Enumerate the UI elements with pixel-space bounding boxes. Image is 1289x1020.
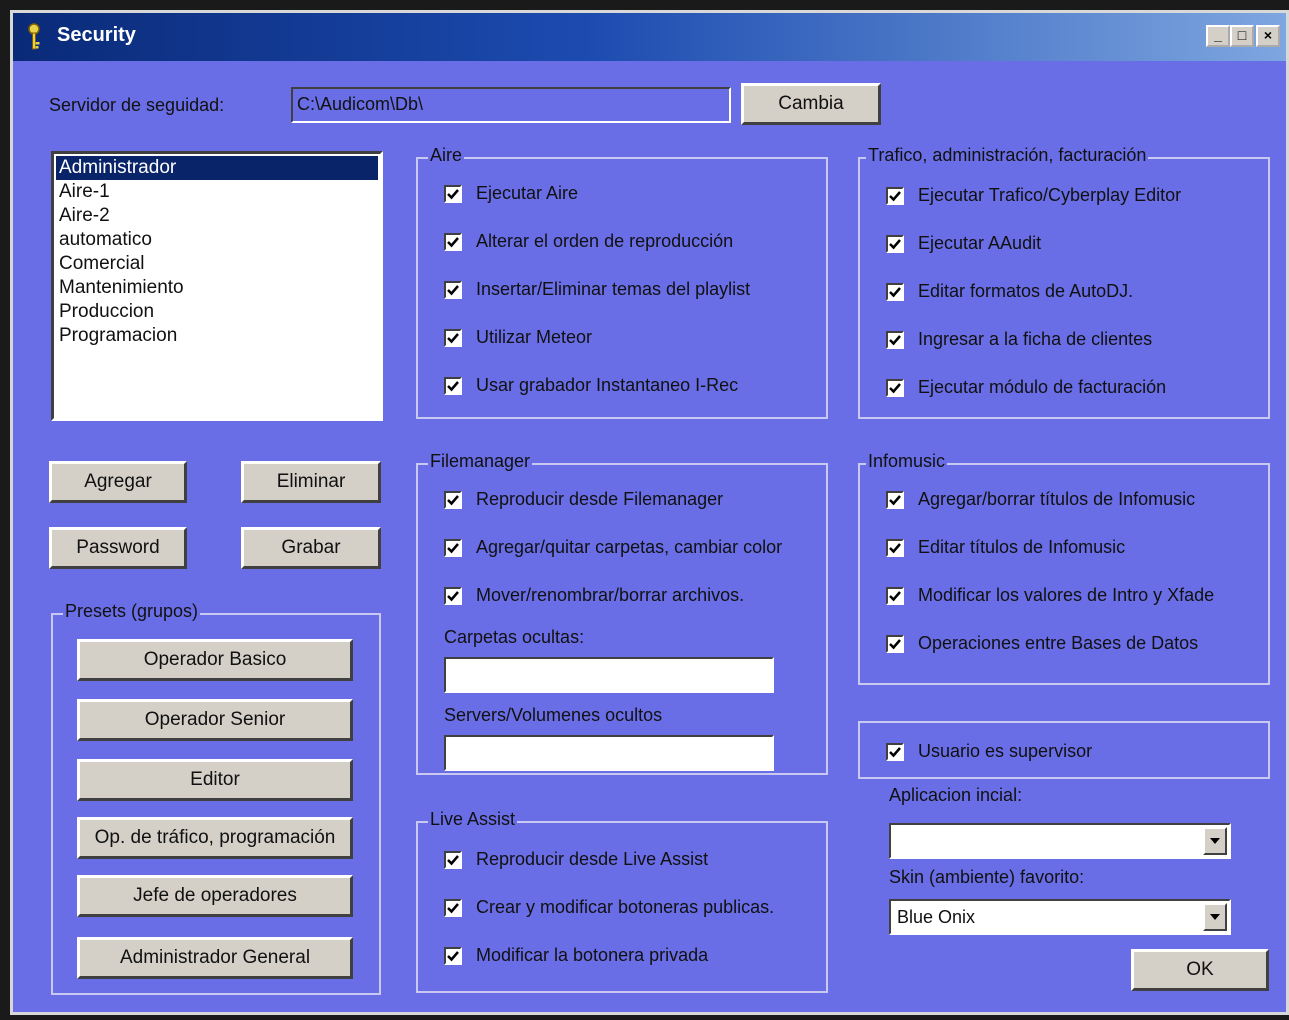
server-label: Servidor de seguidad: <box>49 95 225 115</box>
preset-operador-basico-button[interactable]: Operador Basico <box>77 639 353 681</box>
trafico-title: Trafico, administración, facturación <box>866 145 1149 166</box>
supervisor-group: Usuario es supervisor <box>858 721 1270 779</box>
checkmark-icon <box>444 490 462 509</box>
preset-operador-senior-button[interactable]: Operador Senior <box>77 699 353 741</box>
filemanager-group: Filemanager Reproducir desde Filemanager… <box>416 451 828 775</box>
trafico-checkbox[interactable]: Ejecutar módulo de facturación <box>886 377 1166 398</box>
aire-title: Aire <box>428 145 465 166</box>
skin-select[interactable]: Blue Onix <box>889 899 1231 935</box>
window-title: Security <box>57 24 136 46</box>
list-item[interactable]: Aire-1 <box>56 180 378 204</box>
checkmark-icon <box>886 378 904 397</box>
checkmark-icon <box>444 376 462 395</box>
hidden-folders-input[interactable] <box>444 657 774 693</box>
list-item[interactable]: Produccion <box>56 300 378 324</box>
infomusic-checkbox[interactable]: Operaciones entre Bases de Datos <box>886 633 1198 654</box>
live-assist-checkbox[interactable]: Modificar la botonera privada <box>444 945 708 966</box>
checkmark-icon <box>886 742 904 761</box>
skin-value: Blue Onix <box>897 907 976 927</box>
save-button[interactable]: Grabar <box>241 527 381 569</box>
server-path-field[interactable]: C:\Audicom\Db\ <box>291 87 731 123</box>
list-item[interactable]: Programacion <box>56 324 378 348</box>
live-assist-checkbox[interactable]: Crear y modificar botoneras publicas. <box>444 897 774 918</box>
checkmark-icon <box>886 282 904 301</box>
checkmark-icon <box>444 232 462 251</box>
filemanager-checkbox[interactable]: Reproducir desde Filemanager <box>444 489 723 510</box>
list-item[interactable]: automatico <box>56 228 378 252</box>
preset-jefe-operadores-button[interactable]: Jefe de operadores <box>77 875 353 917</box>
chevron-down-icon[interactable] <box>1203 903 1227 931</box>
checkmark-icon <box>444 184 462 203</box>
close-button[interactable]: × <box>1256 25 1280 47</box>
list-item[interactable]: Administrador <box>56 156 378 180</box>
chevron-down-icon[interactable] <box>1203 827 1227 855</box>
aire-checkbox[interactable]: Utilizar Meteor <box>444 327 592 348</box>
checkmark-icon <box>886 234 904 253</box>
aire-checkbox[interactable]: Ejecutar Aire <box>444 183 578 204</box>
preset-trafico-button[interactable]: Op. de tráfico, programación <box>77 817 353 859</box>
presets-group: Presets (grupos) Operador Basico Operado… <box>51 601 381 995</box>
maximize-button[interactable]: □ <box>1230 25 1254 47</box>
checkmark-icon <box>886 330 904 349</box>
checkmark-icon <box>886 186 904 205</box>
trafico-checkbox[interactable]: Ejecutar AAudit <box>886 233 1041 254</box>
user-list[interactable]: Administrador Aire-1 Aire-2 automatico C… <box>51 151 383 421</box>
hidden-servers-label: Servers/Volumenes ocultos <box>444 705 663 725</box>
checkmark-icon <box>444 898 462 917</box>
infomusic-checkbox[interactable]: Editar títulos de Infomusic <box>886 537 1125 558</box>
initial-app-select[interactable] <box>889 823 1231 859</box>
live-assist-checkbox[interactable]: Reproducir desde Live Assist <box>444 849 708 870</box>
supervisor-checkbox[interactable]: Usuario es supervisor <box>886 741 1092 762</box>
hidden-folders-label: Carpetas ocultas: <box>444 627 585 647</box>
password-button[interactable]: Password <box>49 527 187 569</box>
add-user-button[interactable]: Agregar <box>49 461 187 503</box>
hidden-servers-input[interactable] <box>444 735 774 771</box>
live-assist-group: Live Assist Reproducir desde Live Assist… <box>416 809 828 993</box>
checkmark-icon <box>444 850 462 869</box>
infomusic-title: Infomusic <box>866 451 948 472</box>
checkmark-icon <box>886 490 904 509</box>
trafico-checkbox[interactable]: Editar formatos de AutoDJ. <box>886 281 1133 302</box>
change-server-button[interactable]: Cambia <box>741 83 881 125</box>
trafico-checkbox[interactable]: Ingresar a la ficha de clientes <box>886 329 1152 350</box>
checkmark-icon <box>444 280 462 299</box>
filemanager-checkbox[interactable]: Mover/renombrar/borrar archivos. <box>444 585 744 606</box>
skin-label: Skin (ambiente) favorito: <box>889 867 1085 887</box>
checkmark-icon <box>444 538 462 557</box>
infomusic-group: Infomusic Agregar/borrar títulos de Info… <box>858 451 1270 685</box>
checkmark-icon <box>886 586 904 605</box>
presets-title: Presets (grupos) <box>63 601 201 622</box>
key-icon <box>28 23 40 50</box>
checkmark-icon <box>886 538 904 557</box>
trafico-checkbox[interactable]: Ejecutar Trafico/Cyberplay Editor <box>886 185 1181 206</box>
ok-button[interactable]: OK <box>1131 949 1269 991</box>
trafico-group: Trafico, administración, facturación Eje… <box>858 145 1270 419</box>
aire-group: Aire Ejecutar Aire Alterar el orden de r… <box>416 145 828 419</box>
filemanager-title: Filemanager <box>428 451 533 472</box>
checkmark-icon <box>444 946 462 965</box>
live-assist-title: Live Assist <box>428 809 518 830</box>
aire-checkbox[interactable]: Insertar/Eliminar temas del playlist <box>444 279 750 300</box>
delete-user-button[interactable]: Eliminar <box>241 461 381 503</box>
aire-checkbox[interactable]: Alterar el orden de reproducción <box>444 231 733 252</box>
filemanager-checkbox[interactable]: Agregar/quitar carpetas, cambiar color <box>444 537 782 558</box>
infomusic-checkbox[interactable]: Agregar/borrar títulos de Infomusic <box>886 489 1195 510</box>
checkmark-icon <box>444 586 462 605</box>
security-window: Security _ □ × Servidor de seguidad: C:\… <box>10 10 1289 1015</box>
checkmark-icon <box>444 328 462 347</box>
list-item[interactable]: Mantenimiento <box>56 276 378 300</box>
list-item[interactable]: Comercial <box>56 252 378 276</box>
aire-checkbox[interactable]: Usar grabador Instantaneo I-Rec <box>444 375 738 396</box>
infomusic-checkbox[interactable]: Modificar los valores de Intro y Xfade <box>886 585 1214 606</box>
minimize-button[interactable]: _ <box>1206 25 1230 47</box>
preset-administrador-general-button[interactable]: Administrador General <box>77 937 353 979</box>
title-bar[interactable]: Security _ □ × <box>13 13 1286 61</box>
checkmark-icon <box>886 634 904 653</box>
list-item[interactable]: Aire-2 <box>56 204 378 228</box>
initial-app-label: Aplicacion incial: <box>889 785 1023 805</box>
preset-editor-button[interactable]: Editor <box>77 759 353 801</box>
